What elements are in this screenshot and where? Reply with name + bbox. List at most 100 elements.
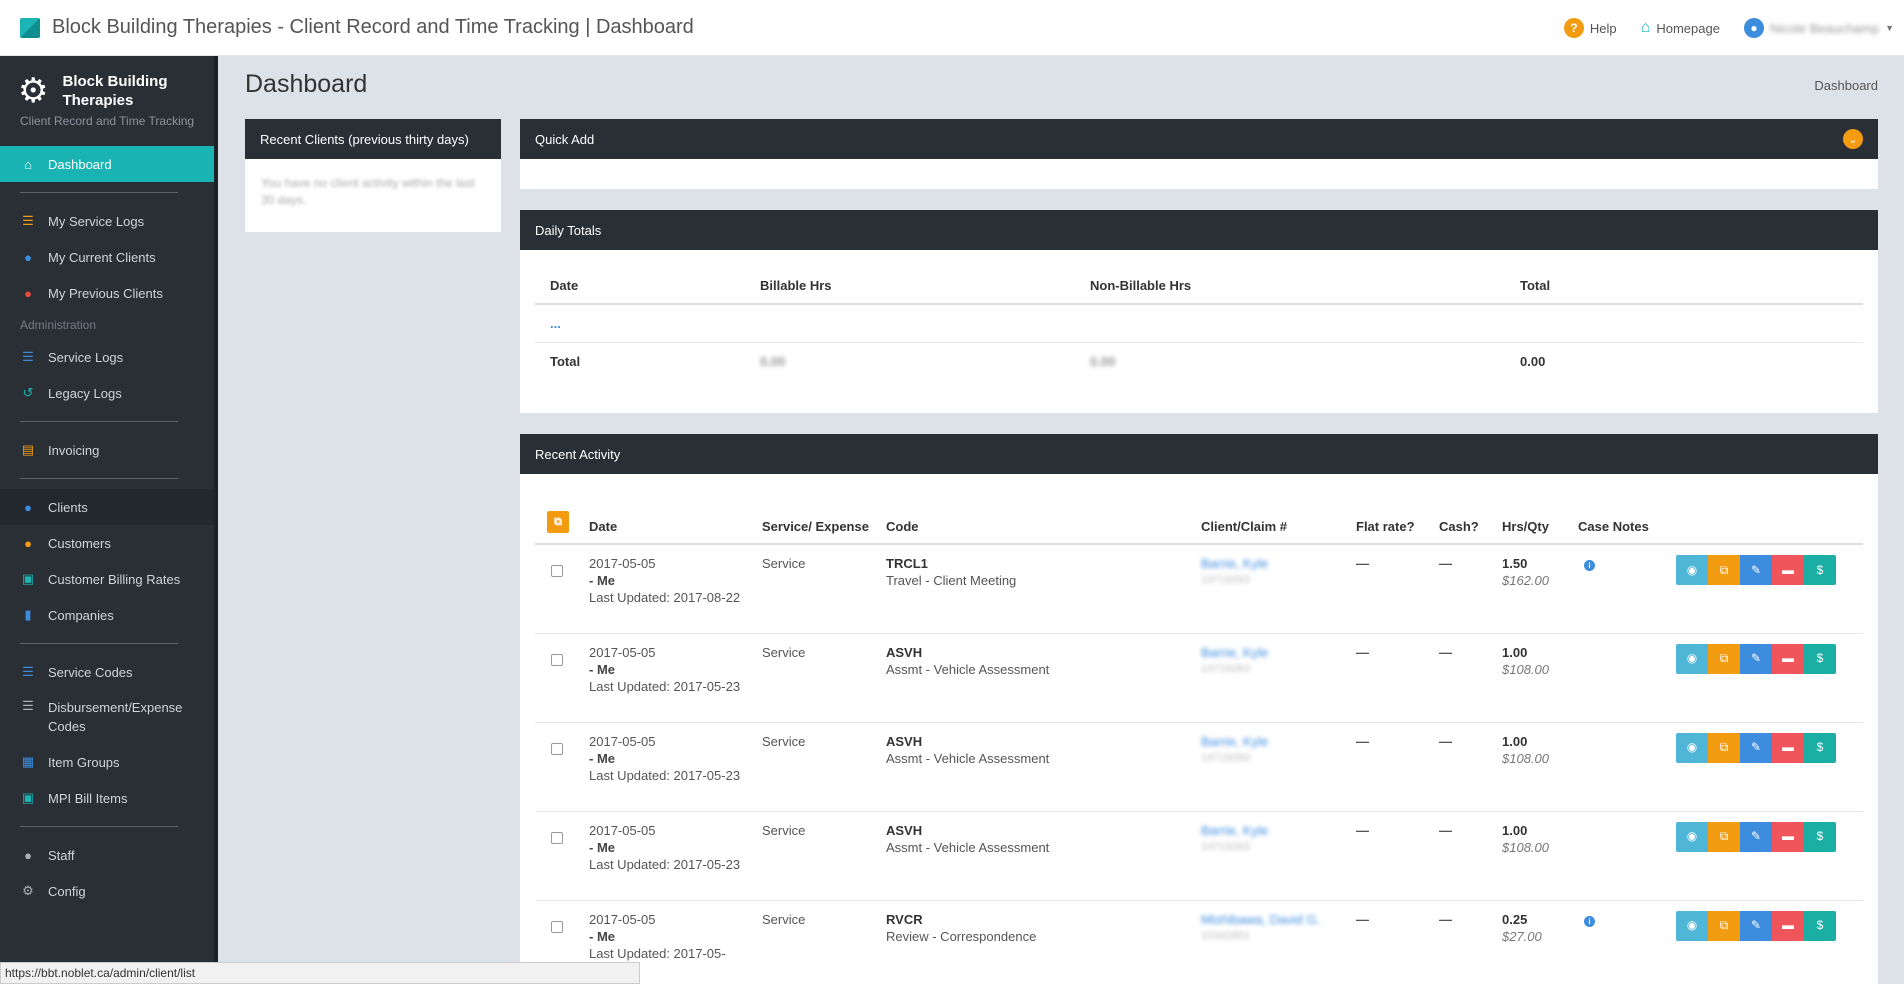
row-updated: Last Updated: 2017-05-23 (589, 678, 741, 694)
user-menu[interactable]: ● Nicole Beauchamp ▼ (1743, 18, 1894, 38)
edit-button[interactable]: ✎ (1740, 821, 1772, 852)
row-checkbox[interactable] (551, 565, 563, 577)
row-flat-rate: — (1350, 633, 1433, 723)
sidebar: ⚙ Block Building Therapies Client Record… (0, 56, 218, 984)
pencil-icon: ✎ (1750, 740, 1762, 754)
sidebar-item-service-codes[interactable]: ☰ Service Codes (0, 654, 214, 690)
row-flat-rate: — (1350, 900, 1433, 984)
row-date: 2017-05-05 (589, 822, 656, 838)
row-client-link[interactable]: Barrie, Kyle (1201, 555, 1344, 572)
recent-clients-empty: You have no client activity within the l… (261, 176, 475, 207)
sidebar-item-clients[interactable]: ● Clients (0, 489, 214, 525)
bill-button[interactable]: $ (1804, 821, 1836, 852)
sidebar-item-mpi-bill-items[interactable]: ▣ MPI Bill Items (0, 780, 214, 816)
row-code-desc: Assmt - Vehicle Assessment (886, 661, 1050, 677)
chevron-down-icon[interactable]: ⌄ (1843, 129, 1863, 149)
pencil-icon: ✎ (1750, 651, 1762, 665)
quick-add-header[interactable]: Quick Add ⌄ (520, 119, 1878, 159)
sidebar-item-label: Config (48, 883, 86, 899)
info-icon[interactable]: i (1584, 560, 1595, 571)
sidebar-item-my-current-clients[interactable]: ● My Current Clients (0, 239, 214, 275)
view-button[interactable]: ◉ (1676, 643, 1708, 674)
row-owner: - Me (589, 750, 615, 766)
delete-button[interactable]: ▬ (1772, 732, 1804, 763)
bill-button[interactable]: $ (1804, 555, 1836, 585)
dollar-icon: $ (1816, 562, 1824, 577)
edit-button[interactable]: ✎ (1740, 910, 1772, 941)
edit-button[interactable]: ✎ (1740, 555, 1772, 585)
bill-button[interactable]: $ (1804, 732, 1836, 763)
sidebar-item-item-groups[interactable]: ▦ Item Groups (0, 744, 214, 780)
trash-icon: ▬ (1782, 918, 1794, 932)
column-header: Billable Hrs (745, 268, 1075, 305)
view-button[interactable]: ◉ (1676, 910, 1708, 941)
view-button[interactable]: ◉ (1676, 821, 1708, 852)
copy-button[interactable]: ⧉ (1708, 643, 1740, 674)
table-row: 2017-05-05 - Me Last Updated: 2017-05-23… (535, 722, 1863, 812)
help-label: Help (1589, 20, 1617, 36)
info-icon[interactable]: i (1584, 915, 1595, 927)
bill-button[interactable]: $ (1804, 910, 1836, 941)
sidebar-item-label: Customer Billing Rates (48, 571, 181, 587)
brand-subtitle: Client Record and Time Tracking (20, 114, 195, 128)
row-date: 2017-05-05 (589, 733, 656, 749)
homepage-link[interactable]: ⌂ Homepage (1641, 19, 1720, 37)
delete-button[interactable]: ▬ (1772, 821, 1804, 852)
divider (20, 643, 178, 644)
row-date: 2017-05-05 (589, 556, 656, 571)
row-client-link[interactable]: Barrie, Kyle (1201, 644, 1344, 661)
column-header-actions (1670, 486, 1863, 545)
edit-button[interactable]: ✎ (1740, 732, 1772, 763)
nav-section-administration: Administration (20, 318, 97, 332)
status-bar-url: https://bbt.noblet.ca/admin/client/list (0, 962, 640, 984)
copy-selected-icon[interactable]: ⧉ (547, 511, 569, 533)
sidebar-item-my-service-logs[interactable]: ☰ My Service Logs (0, 203, 214, 239)
pencil-icon: ✎ (1750, 562, 1762, 577)
panel-title: Recent Clients (previous thirty days) (245, 119, 501, 159)
app-title: Block Building Therapies - Client Record… (52, 16, 694, 38)
copy-button[interactable]: ⧉ (1708, 732, 1740, 763)
breadcrumb[interactable]: Dashboard (1814, 78, 1878, 93)
copy-icon: ⧉ (1719, 740, 1729, 754)
row-code: ASVH (886, 822, 923, 838)
copy-button[interactable]: ⧉ (1708, 555, 1740, 585)
delete-button[interactable]: ▬ (1772, 555, 1804, 585)
sidebar-item-dashboard[interactable]: ⌂ Dashboard (0, 146, 214, 182)
sidebar-item-disbursement-codes[interactable]: ☰ Disbursement/Expense Codes (0, 690, 214, 744)
copy-button[interactable]: ⧉ (1708, 821, 1740, 852)
bill-button[interactable]: $ (1804, 643, 1836, 674)
row-checkbox[interactable] (551, 920, 563, 933)
row-checkbox[interactable] (551, 653, 563, 666)
delete-button[interactable]: ▬ (1772, 910, 1804, 941)
sidebar-item-config[interactable]: ⚙ Config (0, 873, 214, 909)
expand-dots[interactable]: ... (550, 316, 561, 331)
sidebar-item-legacy-logs[interactable]: ↺ Legacy Logs (0, 375, 214, 411)
edit-button[interactable]: ✎ (1740, 643, 1772, 674)
row-client-link[interactable]: Mishibawa, David G. (1201, 911, 1344, 928)
row-client-link[interactable]: Barrie, Kyle (1201, 733, 1344, 750)
view-button[interactable]: ◉ (1676, 732, 1708, 763)
help-link[interactable]: ? Help (1563, 18, 1617, 38)
sidebar-item-service-logs[interactable]: ☰ Service Logs (0, 339, 214, 375)
sidebar-item-label: Clients (48, 499, 88, 515)
view-button[interactable]: ◉ (1676, 555, 1708, 585)
sidebar-item-my-previous-clients[interactable]: ● My Previous Clients (0, 275, 214, 311)
row-code: TRCL1 (886, 556, 928, 571)
sidebar-item-customer-billing-rates[interactable]: ▣ Customer Billing Rates (0, 561, 214, 597)
row-cash: — (1433, 900, 1496, 984)
sidebar-item-customers[interactable]: ● Customers (0, 525, 214, 561)
total-label: Total (550, 353, 581, 369)
row-owner: - Me (589, 928, 615, 944)
delete-button[interactable]: ▬ (1772, 643, 1804, 674)
row-client-link[interactable]: Barrie, Kyle (1201, 822, 1344, 839)
sidebar-item-invoicing[interactable]: ▤ Invoicing (0, 432, 214, 468)
copy-button[interactable]: ⧉ (1708, 910, 1740, 941)
row-amount: $108.00 (1502, 661, 1549, 677)
column-header: Date (535, 268, 745, 305)
row-actions: ◉ ⧉ ✎ ▬ $ (1676, 732, 1857, 763)
row-checkbox[interactable] (551, 742, 563, 755)
sidebar-item-label: Customers (48, 535, 111, 551)
sidebar-item-staff[interactable]: ● Staff (0, 837, 214, 873)
row-checkbox[interactable] (551, 831, 563, 844)
sidebar-item-companies[interactable]: ▮ Companies (0, 597, 214, 633)
